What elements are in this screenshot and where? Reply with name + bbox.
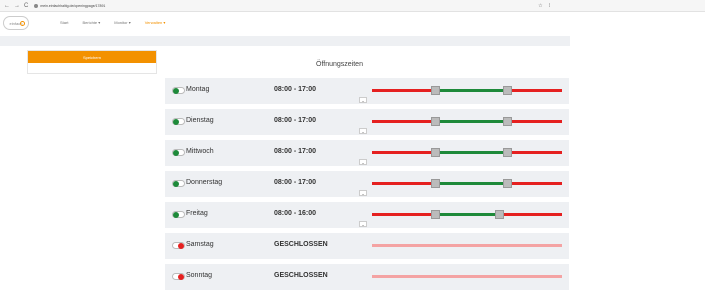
browser-menu-icon[interactable]: ⁞ [549,0,550,12]
back-icon[interactable]: ← [4,0,10,12]
day-label: Donnerstag [186,179,223,186]
expand-chevron-icon[interactable]: ⌄ [359,128,367,134]
toggle-knob [178,243,184,249]
save-button[interactable]: Speichern [28,51,156,63]
day-toggle[interactable] [172,211,185,218]
open-range [435,120,507,123]
toggle-knob [173,181,179,187]
end-handle[interactable] [502,148,512,157]
day-hours: 08:00 - 17:00 [274,86,317,93]
day-row-2: Mittwoch 08:00 - 17:00 ⌄ [165,140,569,166]
side-panel: Speichern [27,50,157,74]
day-label: Dienstag [186,117,214,124]
time-range-slider[interactable] [372,179,562,188]
star-icon[interactable]: ☆ [538,0,542,12]
start-handle[interactable] [431,179,441,188]
open-range [435,213,499,216]
expand-chevron-icon[interactable]: ⌄ [359,190,367,196]
day-toggle[interactable] [172,242,185,249]
end-handle[interactable] [502,117,512,126]
end-handle[interactable] [502,86,512,95]
time-range-slider [372,244,562,247]
day-label: Sonntag [186,272,213,279]
toggle-knob [173,150,179,156]
open-range [435,151,507,154]
open-range [435,182,507,185]
day-toggle[interactable] [172,273,185,280]
time-range-slider [372,275,562,278]
browser-toolbar: ← → C mein.einfachhaltig.de/openingpage/… [0,0,705,12]
day-hours: 08:00 - 17:00 [274,179,317,186]
day-hours: 08:00 - 16:00 [274,210,317,217]
reload-icon[interactable]: C [24,0,28,12]
day-hours: 08:00 - 17:00 [274,148,317,155]
end-handle[interactable] [502,179,512,188]
open-range [435,89,507,92]
time-range-slider[interactable] [372,117,562,126]
day-row-1: Dienstag 08:00 - 17:00 ⌄ [165,109,569,135]
day-toggle[interactable] [172,149,185,156]
day-toggle[interactable] [172,180,185,187]
toggle-knob [173,119,179,125]
start-handle[interactable] [431,148,441,157]
day-label: Mittwoch [186,148,214,155]
time-range-slider[interactable] [372,86,562,95]
day-row-6: Sonntag GESCHLOSSEN [165,264,569,290]
end-handle[interactable] [494,210,504,219]
day-hours: GESCHLOSSEN [274,241,328,248]
day-row-0: Montag 08:00 - 17:00 ⌄ [165,78,569,104]
logo-mark [20,21,25,26]
day-hours: 08:00 - 17:00 [274,117,317,124]
nav-item-monitor[interactable]: Monitor ▾ [114,20,130,25]
toggle-knob [178,274,184,280]
time-range-slider[interactable] [372,210,562,219]
time-range-slider[interactable] [372,148,562,157]
start-handle[interactable] [431,86,441,95]
day-toggle[interactable] [172,118,185,125]
address-url: mein.einfachhaltig.de/openingpage/17891 [40,3,106,8]
day-row-5: Samstag GESCHLOSSEN [165,233,569,259]
start-handle[interactable] [431,210,441,219]
toggle-knob [173,88,179,94]
day-row-3: Donnerstag 08:00 - 17:00 ⌄ [165,171,569,197]
expand-chevron-icon[interactable]: ⌄ [359,159,367,165]
day-row-4: Freitag 08:00 - 16:00 ⌄ [165,202,569,228]
day-label: Freitag [186,210,208,217]
expand-chevron-icon[interactable]: ⌄ [359,97,367,103]
start-handle[interactable] [431,117,441,126]
day-label: Montag [186,86,210,93]
page-title: Öffnungszeiten [316,61,363,68]
address-bar[interactable]: mein.einfachhaltig.de/openingpage/17891 [34,3,106,8]
nav-item-verwalten[interactable]: Verwalten ▾ [145,20,166,25]
app-logo[interactable]: einfach [3,16,29,30]
lock-icon [34,3,39,8]
sub-header-band [0,36,570,46]
day-toggle[interactable] [172,87,185,94]
day-hours: GESCHLOSSEN [274,272,328,279]
nav-item-start[interactable]: Start [60,20,68,25]
day-label: Samstag [186,241,214,248]
toggle-knob [173,212,179,218]
forward-icon[interactable]: → [14,0,20,12]
nav-item-berichte[interactable]: Berichte ▾ [82,20,100,25]
main-nav: Start Berichte ▾ Monitor ▾ Verwalten ▾ [60,20,179,25]
expand-chevron-icon[interactable]: ⌄ [359,221,367,227]
